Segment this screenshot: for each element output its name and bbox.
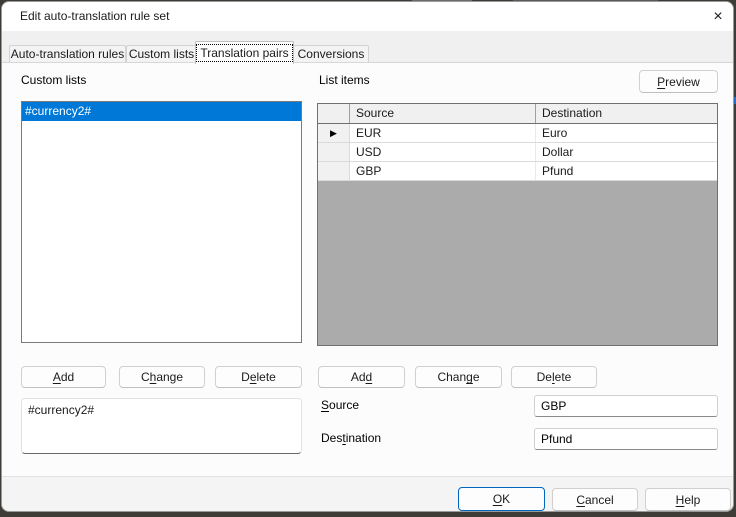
list-item-currency2[interactable]: #currency2# — [22, 102, 301, 121]
custom-lists-add-button[interactable]: Add — [21, 366, 106, 388]
dialog-title: Edit auto-translation rule set — [20, 2, 169, 31]
list-items-add-button[interactable]: Add — [318, 366, 405, 388]
custom-lists-change-button[interactable]: Change — [119, 366, 205, 388]
cell-destination[interactable]: Pfund — [536, 162, 717, 180]
tab-translation-pairs[interactable]: Translation pairs — [195, 41, 294, 64]
grid-row-selector-header[interactable] — [318, 104, 350, 123]
close-icon: × — [713, 8, 722, 26]
list-items-change-button[interactable]: Change — [415, 366, 502, 388]
tab-label: Custom lists — [129, 47, 194, 61]
tab-auto-translation-rules[interactable]: Auto-translation rules — [9, 45, 126, 62]
custom-lists-listbox[interactable]: #currency2# — [21, 101, 302, 343]
table-row[interactable]: USD Dollar — [318, 143, 717, 162]
row-selector-cell[interactable] — [318, 162, 350, 180]
translation-pairs-grid[interactable]: Source Destination ▶ EUR Euro USD Dollar… — [317, 103, 718, 346]
row-selector-cell[interactable] — [318, 143, 350, 161]
table-row[interactable]: ▶ EUR Euro — [318, 124, 717, 143]
custom-list-name-editor[interactable]: #currency2# — [21, 398, 302, 454]
cell-destination[interactable]: Euro — [536, 124, 717, 142]
source-input[interactable] — [534, 395, 718, 417]
current-row-arrow-icon: ▶ — [330, 129, 337, 138]
source-label: Source — [321, 398, 359, 412]
current-row-marker-cell[interactable]: ▶ — [318, 124, 350, 142]
destination-label: Destination — [321, 431, 381, 445]
custom-lists-heading: Custom lists — [21, 73, 86, 87]
edit-auto-translation-rule-set-dialog: Edit auto-translation rule set × Auto-tr… — [1, 1, 734, 512]
help-button[interactable]: Help — [645, 488, 731, 511]
grid-column-header-destination[interactable]: Destination — [536, 104, 717, 123]
list-items-heading: List items — [319, 73, 370, 87]
preview-button[interactable]: Preview — [639, 70, 718, 93]
destination-input[interactable] — [534, 428, 718, 450]
tab-conversions[interactable]: Conversions — [293, 45, 369, 62]
cancel-button[interactable]: Cancel — [552, 488, 638, 511]
title-bar: Edit auto-translation rule set × — [2, 2, 733, 31]
tab-label: Auto-translation rules — [11, 47, 124, 61]
close-button[interactable]: × — [705, 4, 731, 29]
list-items-delete-button[interactable]: Delete — [511, 366, 597, 388]
cell-destination[interactable]: Dollar — [536, 143, 717, 161]
cell-source[interactable]: GBP — [350, 162, 536, 180]
table-row[interactable]: GBP Pfund — [318, 162, 717, 181]
cell-source[interactable]: USD — [350, 143, 536, 161]
tab-custom-lists[interactable]: Custom lists — [126, 45, 197, 62]
grid-header-row: Source Destination — [318, 104, 717, 124]
ok-button[interactable]: OK — [458, 487, 545, 511]
cell-source[interactable]: EUR — [350, 124, 536, 142]
custom-lists-delete-button[interactable]: Delete — [215, 366, 302, 388]
tab-label: Conversions — [298, 47, 365, 61]
grid-column-header-source[interactable]: Source — [350, 104, 536, 123]
tab-label: Translation pairs — [198, 46, 290, 60]
